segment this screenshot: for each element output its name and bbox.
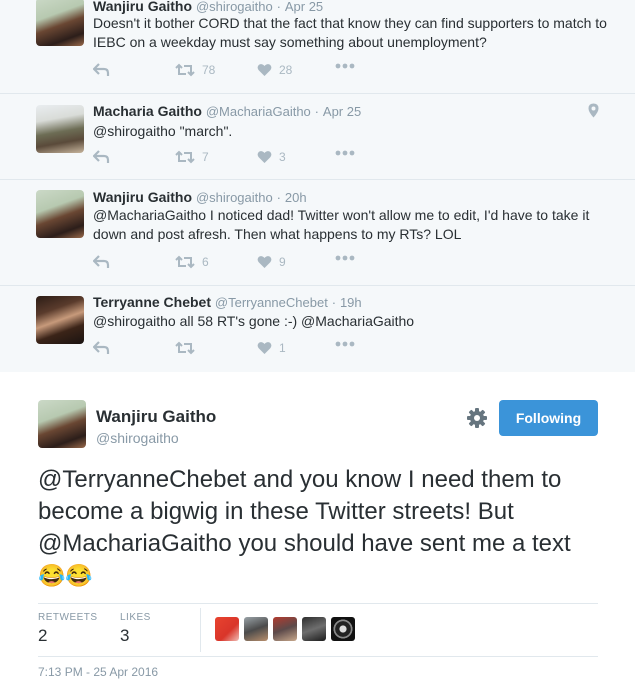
reply-button[interactable] [93, 341, 110, 355]
gear-icon[interactable] [466, 407, 488, 429]
reply-icon [93, 341, 110, 354]
reply-icon [93, 150, 110, 163]
author-handle[interactable]: @shirogaitho [196, 0, 273, 14]
more-button[interactable] [335, 63, 355, 69]
liker-avatar-1[interactable] [215, 617, 239, 641]
like-count: 3 [279, 150, 286, 164]
avatar[interactable] [36, 0, 84, 46]
retweets-label: RETWEETS [38, 612, 98, 623]
tweet-4[interactable]: Terryanne Chebet @TerryanneChebet · 19h … [0, 285, 635, 372]
reply-icon [93, 255, 110, 268]
retweet-icon [175, 341, 195, 355]
main-author-name[interactable]: Wanjiru Gaitho [96, 407, 216, 427]
author-name[interactable]: Wanjiru Gaitho [93, 189, 192, 205]
retweet-button[interactable]: 78 [175, 63, 215, 77]
like-button[interactable]: 1 [257, 341, 286, 355]
more-icon [335, 63, 355, 69]
heart-icon [257, 151, 272, 163]
retweets-value: 2 [38, 626, 48, 645]
like-button[interactable]: 3 [257, 150, 286, 164]
author-name[interactable]: Terryanne Chebet [93, 294, 211, 310]
retweet-icon [175, 150, 195, 164]
reply-button[interactable] [93, 150, 110, 164]
tweet-time[interactable]: Apr 25 [285, 0, 323, 14]
retweets-stat[interactable]: RETWEETS 2 [38, 612, 98, 646]
likes-stat[interactable]: LIKES 3 [120, 612, 151, 646]
more-button[interactable] [335, 341, 355, 347]
stats-divider [200, 608, 201, 652]
avatar[interactable] [36, 105, 84, 153]
more-icon [335, 255, 355, 261]
following-button[interactable]: Following [499, 400, 598, 436]
tweet-actions: 7 3 [93, 150, 393, 170]
reply-thread: Wanjiru Gaitho @shirogaitho · Apr 25 Doe… [0, 0, 635, 372]
tweet-3[interactable]: Wanjiru Gaitho @shirogaitho · 20h @Macha… [0, 179, 635, 286]
likes-value: 3 [120, 626, 130, 645]
liker-avatar-3[interactable] [273, 617, 297, 641]
tweet-text: @MachariaGaitho I noticed dad! Twitter w… [93, 207, 590, 242]
tweet-actions: 78 28 [93, 63, 393, 83]
heart-icon [257, 256, 272, 268]
location-pin-icon[interactable] [588, 103, 599, 118]
tweet-actions: 1 [93, 341, 393, 361]
main-tweet-text: @TerryanneChebet and you know I need the… [38, 464, 618, 592]
heart-icon [257, 342, 272, 354]
tweet-time[interactable]: 19h [340, 295, 362, 310]
retweet-count: 78 [202, 63, 216, 77]
retweet-button[interactable] [175, 341, 202, 355]
tweet-time[interactable]: Apr 25 [323, 104, 361, 119]
retweet-button[interactable]: 6 [175, 255, 209, 269]
likes-label: LIKES [120, 612, 151, 623]
liker-avatar-2[interactable] [244, 617, 268, 641]
like-count: 9 [279, 255, 286, 269]
like-count: 28 [279, 63, 293, 77]
retweet-icon [175, 255, 195, 269]
more-button[interactable] [335, 150, 355, 156]
retweet-button[interactable]: 7 [175, 150, 209, 164]
tweet-stats: RETWEETS 2 LIKES 3 [38, 603, 598, 657]
tweet-text: Doesn't it bother CORD that the fact tha… [93, 15, 607, 50]
tweet-actions: 6 9 [93, 255, 393, 275]
author-handle[interactable]: @MachariaGaitho [206, 104, 311, 119]
more-icon [335, 150, 355, 156]
more-icon [335, 341, 355, 347]
author-name[interactable]: Macharia Gaitho [93, 103, 202, 119]
tweet-timestamp[interactable]: 7:13 PM - 25 Apr 2016 [38, 665, 158, 679]
reply-button[interactable] [93, 63, 110, 77]
like-count: 1 [279, 341, 286, 355]
liker-avatar-4[interactable] [302, 617, 326, 641]
like-button[interactable]: 9 [257, 255, 286, 269]
liker-avatar-5[interactable] [331, 617, 355, 641]
main-avatar[interactable] [38, 400, 86, 448]
main-author-handle[interactable]: @shirogaitho [96, 430, 179, 446]
tweet-2[interactable]: Macharia Gaitho @MachariaGaitho · Apr 25… [0, 93, 635, 180]
tweet-text: @shirogaitho all 58 RT's gone :-) @Macha… [93, 313, 415, 329]
tweet-text: @shirogaitho "march". [93, 123, 233, 139]
author-name[interactable]: Wanjiru Gaitho [93, 0, 192, 14]
reply-icon [93, 63, 110, 76]
retweet-count: 6 [202, 255, 209, 269]
heart-icon [257, 64, 272, 76]
author-handle[interactable]: @shirogaitho [196, 190, 273, 205]
author-handle[interactable]: @TerryanneChebet [215, 295, 328, 310]
reply-button[interactable] [93, 255, 110, 269]
avatar[interactable] [36, 190, 84, 238]
retweet-icon [175, 63, 195, 77]
tweet-1[interactable]: Wanjiru Gaitho @shirogaitho · Apr 25 Doe… [0, 0, 635, 94]
avatar[interactable] [36, 296, 84, 344]
laughing-tears-emoji: 😂😂 [38, 563, 93, 588]
more-button[interactable] [335, 255, 355, 261]
like-button[interactable]: 28 [257, 63, 292, 77]
tweet-time[interactable]: 20h [285, 190, 307, 205]
main-tweet-body: @TerryanneChebet and you know I need the… [38, 466, 571, 557]
retweet-count: 7 [202, 150, 209, 164]
